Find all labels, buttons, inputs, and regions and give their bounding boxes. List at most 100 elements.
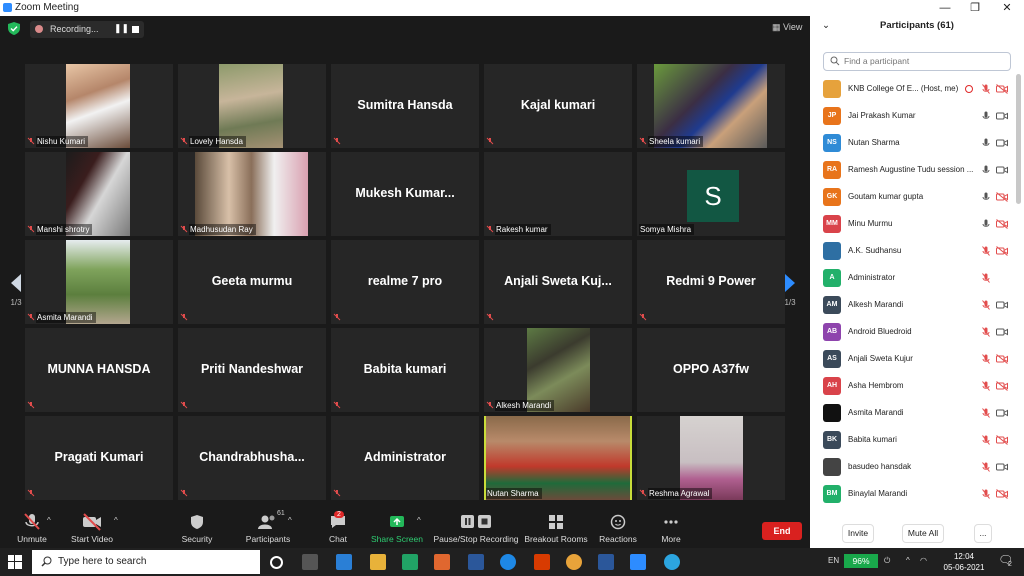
participants-button[interactable]: 61 Participants — [243, 510, 293, 544]
start-video-button[interactable]: Start Video — [66, 512, 118, 544]
video-tile[interactable]: Geeta murmu — [178, 240, 326, 324]
participant-row[interactable]: A.K. Sudhansu — [810, 238, 1015, 265]
video-tile[interactable]: Asmita Marandi — [25, 240, 173, 324]
chrome-icon[interactable] — [566, 554, 582, 570]
muted-mic-icon[interactable] — [982, 300, 990, 310]
video-off-icon[interactable] — [996, 354, 1008, 364]
panel-more-button[interactable]: ... — [974, 524, 992, 543]
security-button[interactable]: Security — [176, 512, 218, 544]
mic-icon[interactable] — [982, 165, 990, 175]
muted-mic-icon[interactable] — [982, 489, 990, 499]
video-tile[interactable]: Chandrabhusha... — [178, 416, 326, 500]
participant-row[interactable]: RA Ramesh Augustine Tudu session ... — [810, 157, 1015, 184]
participant-row[interactable]: BK Babita kumari — [810, 427, 1015, 454]
participant-row[interactable]: BM Binaylal Marandi — [810, 481, 1015, 508]
muted-mic-icon[interactable] — [982, 435, 990, 445]
office-icon[interactable] — [534, 554, 550, 570]
telegram-icon[interactable] — [664, 554, 680, 570]
task-view-icon[interactable] — [302, 554, 318, 570]
muted-mic-icon[interactable] — [982, 354, 990, 364]
video-tile[interactable]: S Somya Mishra — [637, 152, 785, 236]
video-tile[interactable]: realme 7 pro — [331, 240, 479, 324]
pause-stop-recording-button[interactable]: Pause/Stop Recording — [432, 512, 520, 544]
app-icon[interactable] — [336, 554, 352, 570]
video-tile[interactable]: MUNNA HANSDA — [25, 328, 173, 412]
more-button[interactable]: More — [656, 512, 686, 544]
zoom-taskbar-icon[interactable] — [630, 554, 646, 570]
participant-row[interactable]: MM Minu Murmu — [810, 211, 1015, 238]
participant-row[interactable]: AM Alkesh Marandi — [810, 292, 1015, 319]
mic-icon[interactable] — [982, 138, 990, 148]
stop-recording-icon[interactable] — [132, 26, 139, 33]
participant-row[interactable]: AS Anjali Sweta Kujur — [810, 346, 1015, 373]
chat-button[interactable]: 2 Chat — [322, 511, 354, 544]
muted-mic-icon[interactable] — [982, 381, 990, 391]
video-tile[interactable]: Pragati Kumari — [25, 416, 173, 500]
participant-row[interactable]: NS Nutan Sharma — [810, 130, 1015, 157]
taskbar-search[interactable]: Type here to search — [32, 550, 260, 574]
video-icon[interactable] — [996, 138, 1008, 148]
audio-options-caret-icon[interactable]: ^ — [47, 516, 51, 525]
windows-start-icon[interactable] — [8, 555, 22, 569]
language-indicator[interactable]: EN — [828, 556, 839, 565]
video-tile[interactable]: Nishu Kumari — [25, 64, 173, 148]
video-icon[interactable] — [996, 300, 1008, 310]
power-icon[interactable]: ⏻ — [884, 556, 890, 566]
muted-mic-icon[interactable] — [982, 246, 990, 256]
video-tile[interactable]: Lovely Hansda — [178, 64, 326, 148]
share-options-caret-icon[interactable]: ^ — [417, 516, 421, 525]
mic-icon[interactable] — [982, 219, 990, 229]
video-icon[interactable] — [996, 327, 1008, 337]
participant-row[interactable]: AB Android Bluedroid — [810, 319, 1015, 346]
participant-row[interactable]: A Administrator — [810, 265, 1015, 292]
video-icon[interactable] — [996, 111, 1008, 121]
cortana-icon[interactable] — [270, 556, 283, 569]
participants-caret-icon[interactable]: ^ — [288, 516, 292, 525]
file-explorer-icon[interactable] — [370, 554, 386, 570]
muted-mic-icon[interactable] — [982, 408, 990, 418]
video-tile[interactable]: Administrator — [331, 416, 479, 500]
app-icon[interactable] — [434, 554, 450, 570]
video-tile[interactable]: Mukesh Kumar... — [331, 152, 479, 236]
participant-row[interactable]: KNB College Of E... (Host, me) — [810, 76, 1015, 103]
participant-search[interactable] — [823, 52, 1011, 71]
video-tile[interactable]: Sheela kumari — [637, 64, 785, 148]
muted-mic-icon[interactable] — [982, 84, 990, 94]
shield-icon[interactable] — [8, 22, 20, 35]
muted-mic-icon[interactable] — [982, 273, 990, 283]
mic-icon[interactable] — [982, 192, 990, 202]
participant-search-input[interactable] — [842, 55, 1006, 67]
collapse-panel-icon[interactable]: ⌄ — [822, 20, 830, 31]
video-tile[interactable]: Anjali Sweta Kuj... — [484, 240, 632, 324]
video-tile[interactable]: Manshi shrotry — [25, 152, 173, 236]
video-tile[interactable]: Kajal kumari — [484, 64, 632, 148]
video-tile[interactable]: Rakesh kumar — [484, 152, 632, 236]
video-tile[interactable]: Priti Nandeshwar — [178, 328, 326, 412]
participant-row[interactable]: GK Goutam kumar gupta — [810, 184, 1015, 211]
video-tile[interactable]: Alkesh Marandi — [484, 328, 632, 412]
video-tile[interactable]: Reshma Agrawal — [637, 416, 785, 500]
video-off-icon[interactable] — [996, 246, 1008, 256]
video-off-icon[interactable] — [996, 84, 1008, 94]
taskbar-clock[interactable]: 12:04 05-06-2021 — [940, 551, 988, 573]
muted-mic-icon[interactable] — [982, 327, 990, 337]
video-off-icon[interactable] — [996, 489, 1008, 499]
video-icon[interactable] — [996, 165, 1008, 175]
breakout-rooms-button[interactable]: Breakout Rooms — [524, 512, 588, 544]
video-off-icon[interactable] — [996, 435, 1008, 445]
video-off-icon[interactable] — [996, 381, 1008, 391]
participant-row[interactable]: AH Asha Hembrom — [810, 373, 1015, 400]
unmute-button[interactable]: Unmute — [12, 512, 52, 544]
video-tile[interactable]: Babita kumari — [331, 328, 479, 412]
participant-row[interactable]: Asmita Marandi — [810, 400, 1015, 427]
participant-row[interactable]: basudeo hansdak — [810, 454, 1015, 481]
app-icon[interactable] — [468, 554, 484, 570]
video-tile[interactable]: Madhusudan Ray — [178, 152, 326, 236]
video-tile-active-speaker[interactable]: Nutan Sharma — [484, 416, 632, 500]
end-meeting-button[interactable]: End — [762, 522, 802, 540]
reactions-button[interactable]: Reactions — [598, 512, 638, 544]
panel-scrollbar[interactable] — [1016, 74, 1021, 204]
video-tile[interactable]: OPPO A37fw — [637, 328, 785, 412]
word-icon[interactable] — [598, 554, 614, 570]
muted-mic-icon[interactable] — [982, 462, 990, 472]
